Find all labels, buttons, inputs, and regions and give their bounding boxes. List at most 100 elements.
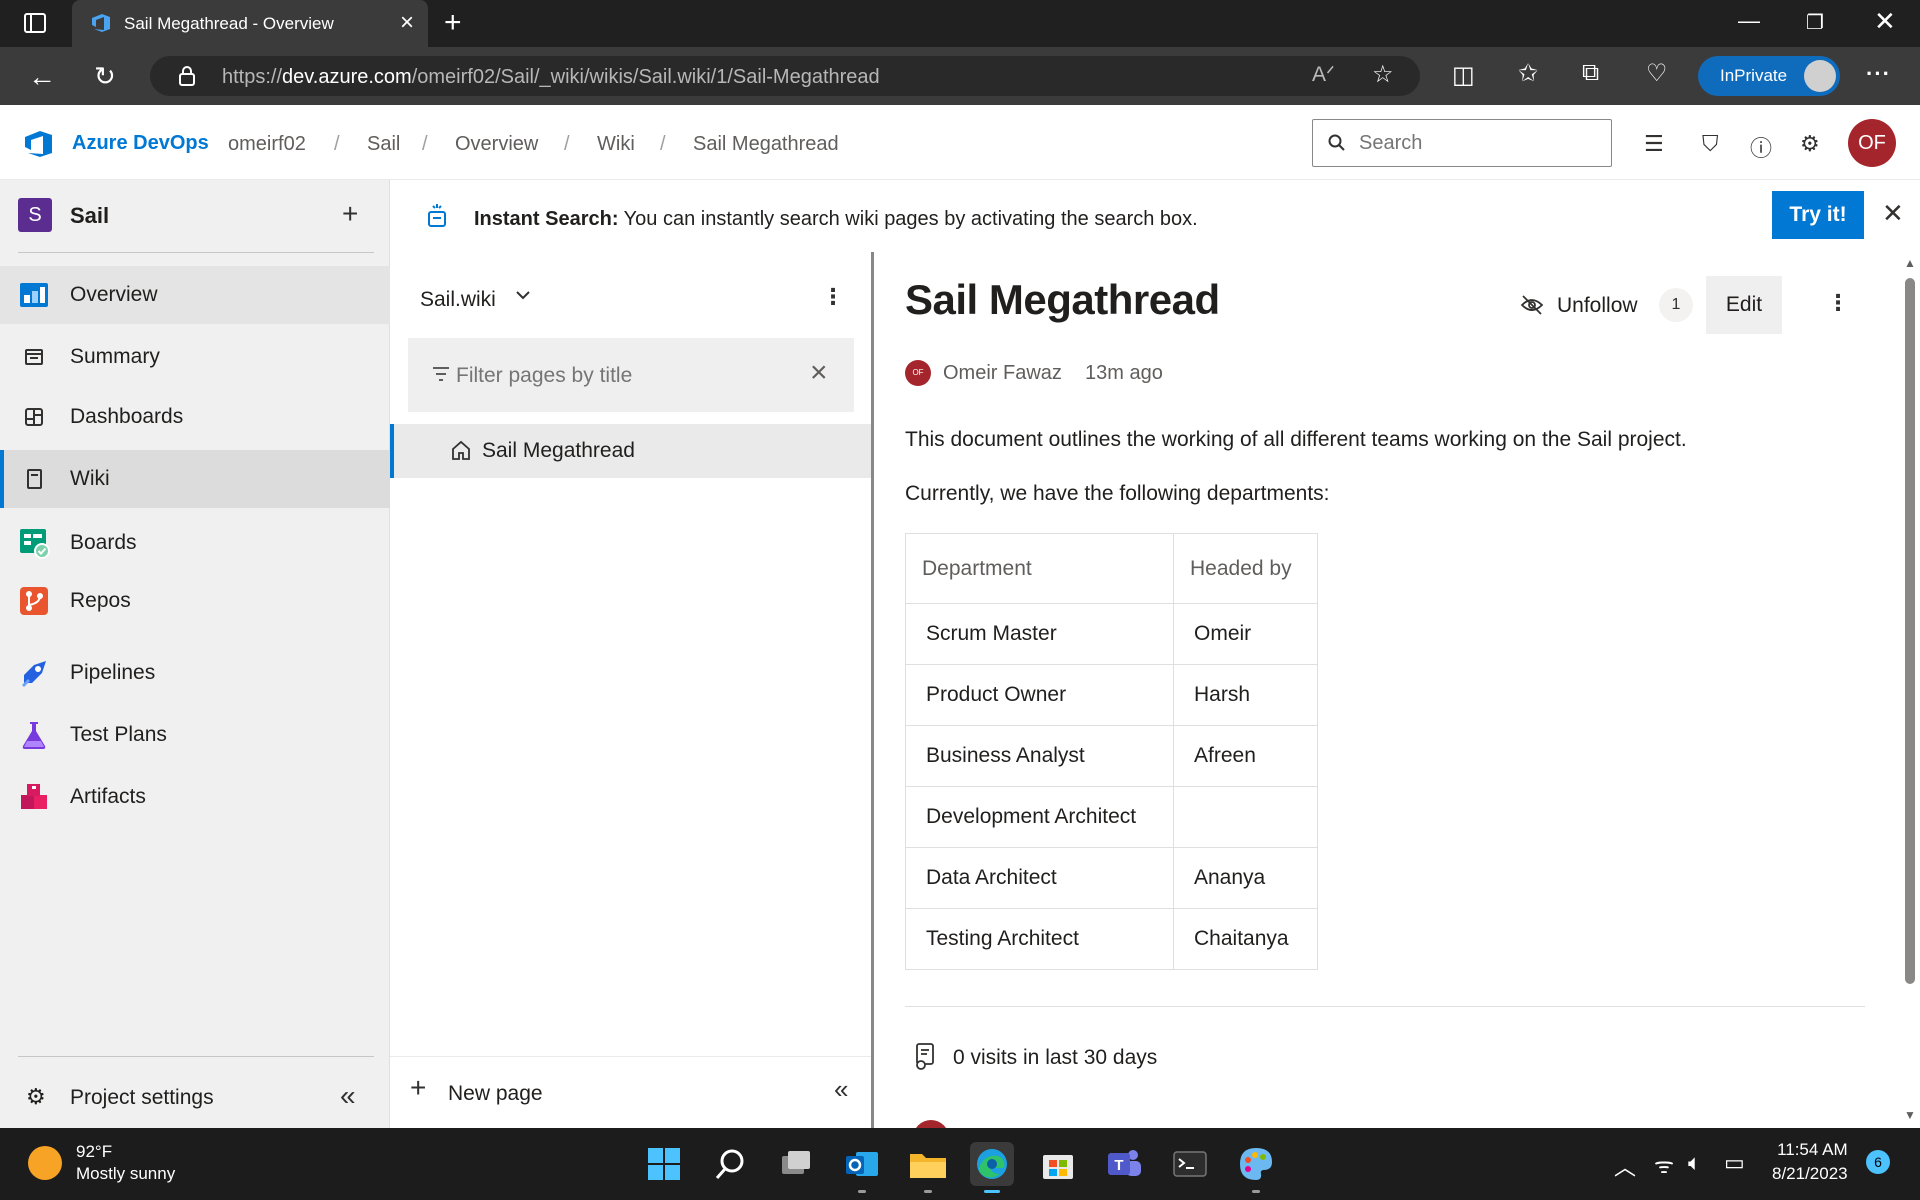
author-avatar: OF (905, 360, 931, 386)
minimize-icon[interactable]: — (1738, 8, 1760, 34)
outlook-app[interactable] (840, 1142, 884, 1193)
tree-item-page[interactable]: Sail Megathread (390, 424, 871, 478)
table-cell: Harsh (1173, 664, 1318, 726)
scroll-down-icon[interactable]: ▼ (1904, 1108, 1916, 1122)
page-paragraph: Currently, we have the following departm… (905, 482, 1330, 505)
author-name[interactable]: Omeir Fawaz (943, 362, 1062, 385)
more-options-icon[interactable]: ⋮ (1827, 290, 1849, 316)
back-icon[interactable]: ← (28, 61, 56, 93)
brand-name[interactable]: Azure DevOps (72, 132, 209, 155)
notification-badge[interactable]: 6 (1866, 1150, 1890, 1174)
new-tab-icon[interactable]: + (444, 6, 462, 40)
scroll-up-icon[interactable]: ▲ (1904, 256, 1916, 270)
filter-input[interactable] (456, 362, 796, 390)
sidebar-item-test-plans[interactable]: Test Plans (0, 706, 390, 764)
sidebar-item-summary[interactable]: Summary (0, 328, 390, 386)
sidebar-item-label: Test Plans (70, 723, 167, 746)
azure-devops-logo-icon[interactable] (22, 129, 54, 159)
sidebar-item-artifacts[interactable]: Artifacts (0, 768, 390, 826)
url-field[interactable]: https://dev.azure.com/omeirf02/Sail/_wik… (150, 56, 1420, 96)
wifi-icon[interactable]: ᯤ (1654, 1150, 1674, 1180)
visits-stats-icon (916, 1043, 934, 1070)
close-banner-icon[interactable]: ✕ (1882, 198, 1904, 229)
table-cell: Development Architect (905, 786, 1174, 848)
scrollbar-thumb[interactable] (1905, 278, 1915, 984)
page-paragraph: This document outlines the working of al… (905, 428, 1687, 451)
running-indicator (984, 1190, 1000, 1193)
sidebar-item-label: Repos (70, 589, 131, 612)
breadcrumb-project[interactable]: Sail (367, 133, 400, 156)
taskbar-search-button[interactable] (708, 1142, 752, 1186)
microsoft-store-app[interactable] (1036, 1142, 1080, 1186)
breadcrumb-separator: / (660, 133, 666, 155)
filter-box[interactable]: × (408, 338, 854, 412)
weather-condition: Mostly sunny (76, 1164, 176, 1183)
banner-text: Instant Search: You can instantly search… (474, 208, 1198, 230)
volume-icon[interactable]: 🔈︎ (1688, 1150, 1701, 1176)
sidebar-divider (18, 252, 374, 253)
favorite-star-icon[interactable]: ☆ (1372, 60, 1394, 89)
sunny-weather-icon (28, 1146, 62, 1180)
sidebar-item-wiki[interactable]: Wiki (0, 450, 390, 508)
vertical-scrollbar[interactable]: ▲ ▼ (1900, 252, 1920, 1128)
project-name: Sail (70, 203, 110, 228)
tab-close-icon[interactable]: × (400, 9, 414, 37)
battery-icon[interactable]: ▭ (1724, 1150, 1745, 1176)
read-aloud-icon[interactable]: Aᐟ (1312, 62, 1335, 87)
breadcrumb-page[interactable]: Sail Megathread (693, 133, 839, 156)
browser-tab[interactable]: Sail Megathread - Overview × (72, 0, 428, 47)
task-list-icon[interactable]: ☰ (1644, 131, 1664, 157)
edge-app[interactable] (970, 1142, 1014, 1193)
teams-app[interactable]: T (1102, 1142, 1146, 1186)
collapse-sidebar-icon[interactable]: « (340, 1080, 356, 1112)
show-hidden-icons-chevron-icon[interactable]: ︿ (1614, 1150, 1636, 1182)
user-avatar[interactable]: OF (1848, 119, 1896, 167)
table-cell: Ananya (1173, 847, 1318, 909)
task-view-button[interactable] (774, 1142, 818, 1186)
running-indicator (924, 1190, 932, 1193)
inprivate-button[interactable]: InPrivate (1698, 56, 1840, 96)
browser-menu-icon[interactable]: ··· (1866, 61, 1891, 87)
clear-filter-icon[interactable]: × (810, 356, 828, 390)
project-badge: S (18, 198, 52, 232)
wiki-selector[interactable]: Sail.wiki (420, 288, 496, 312)
search-input[interactable] (1359, 130, 1599, 156)
window-close-icon[interactable]: ✕ (1874, 6, 1896, 37)
collections-icon[interactable]: ⧉ (1582, 59, 1599, 87)
paint-app[interactable] (1234, 1142, 1278, 1193)
breadcrumb-overview[interactable]: Overview (455, 133, 538, 156)
more-options-icon[interactable]: ⋮ (822, 284, 844, 310)
user-settings-icon[interactable]: ⚙ (1800, 131, 1820, 157)
chevron-down-icon[interactable] (514, 286, 532, 304)
tab-actions-icon[interactable] (24, 13, 46, 33)
marketplace-bag-icon[interactable]: ⛉ (1702, 131, 1719, 157)
file-explorer-app[interactable] (906, 1142, 950, 1193)
table-row: Scrum Master Omeir (905, 603, 1318, 665)
sidebar-item-overview[interactable]: Overview (0, 266, 390, 324)
add-icon[interactable]: + (342, 198, 358, 230)
breadcrumb-wiki[interactable]: Wiki (597, 133, 635, 156)
terminal-app[interactable] (1168, 1142, 1212, 1186)
sidebar-item-repos[interactable]: Repos (0, 572, 390, 630)
collapse-tree-icon[interactable]: « (834, 1074, 848, 1105)
sidebar-item-dashboards[interactable]: Dashboards (0, 388, 390, 446)
favorites-icon[interactable]: ✩ (1518, 59, 1538, 88)
refresh-icon[interactable]: ↻ (94, 61, 116, 92)
search-box[interactable] (1312, 119, 1612, 167)
system-clock[interactable]: 11:54 AM 8/21/2023 (1772, 1140, 1848, 1188)
sidebar-item-pipelines[interactable]: Pipelines (0, 644, 390, 702)
split-screen-icon[interactable]: ◫ (1452, 61, 1475, 90)
browser-essentials-icon[interactable]: ♡ (1646, 59, 1668, 88)
table-row: Product Owner Harsh (905, 664, 1318, 726)
new-page-button[interactable]: + New page (410, 1072, 710, 1116)
edit-button[interactable]: Edit (1706, 276, 1782, 334)
table-row: Testing Architect Chaitanya (905, 908, 1318, 970)
help-icon[interactable]: ⓘ (1750, 131, 1772, 163)
try-it-button[interactable]: Try it! (1772, 191, 1864, 239)
sidebar-item-boards[interactable]: Boards (0, 514, 390, 572)
sidebar-item-label: Boards (70, 531, 137, 554)
project-settings-link[interactable]: ⚙ Project settings « (0, 1074, 390, 1124)
restore-icon[interactable]: ❐ (1806, 10, 1824, 35)
start-button[interactable] (642, 1142, 686, 1186)
breadcrumb-organization[interactable]: omeirf02 (228, 133, 306, 156)
